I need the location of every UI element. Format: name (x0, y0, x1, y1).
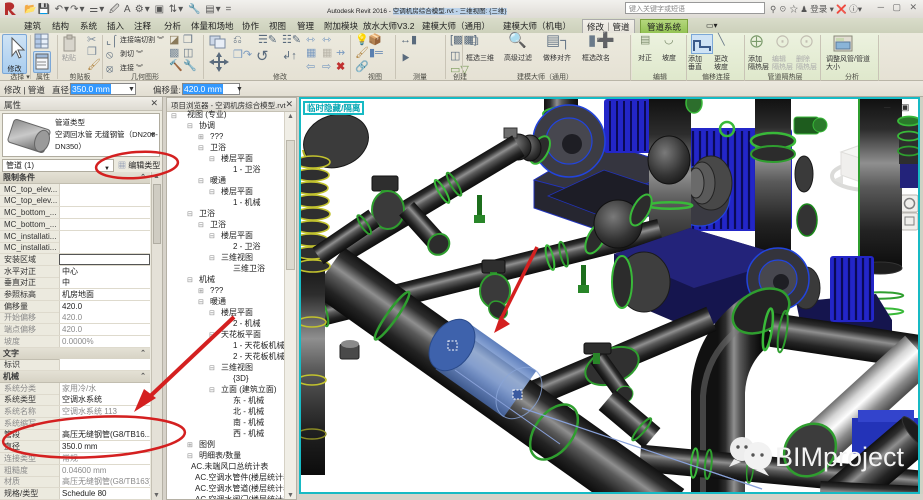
svg-text:BIMproject: BIMproject (775, 442, 905, 472)
svg-text:─ ▣ ✕: ─ ▣ ✕ (883, 102, 918, 112)
